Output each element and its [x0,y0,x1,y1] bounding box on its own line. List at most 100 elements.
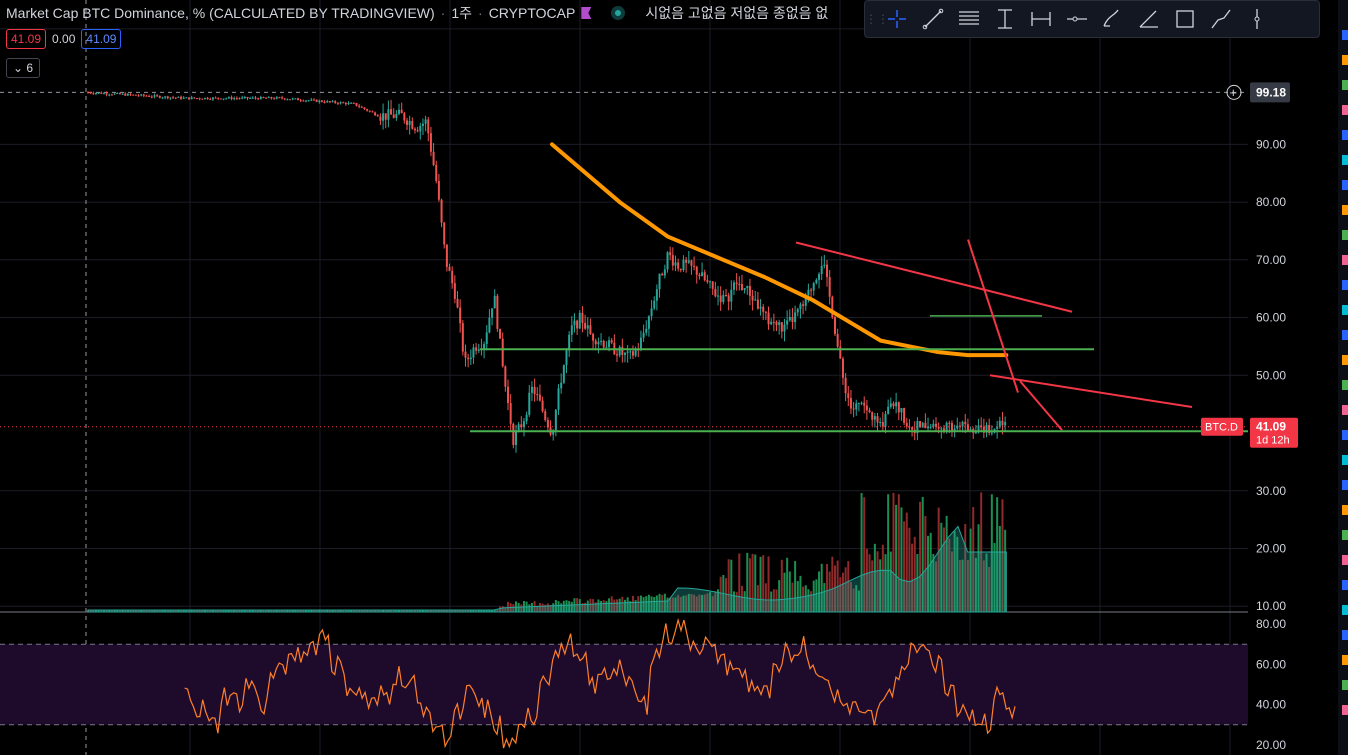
candle-body [110,94,113,96]
candle-body [514,430,517,445]
rectangle-tool[interactable] [1167,2,1203,36]
candle-body [424,119,427,124]
candle-body [897,402,900,413]
indicator-marker [1342,505,1348,515]
price-range-tool[interactable] [987,2,1023,36]
candle-body [767,312,770,325]
horizontal-ray-tool[interactable] [1059,2,1095,36]
candle-body [87,92,89,94]
candle-body [725,294,727,296]
candle-body [759,306,762,309]
candle-body [693,265,696,267]
candle-body [499,328,502,339]
candle-body [355,103,358,106]
candle-body [302,100,305,102]
candle-body [150,96,153,98]
candle-body [201,98,204,100]
candle-body [225,98,228,100]
candle-body [344,102,347,105]
candle-body [472,347,475,358]
price-axis-label: 30.00 [1256,484,1286,498]
candle-body [557,388,560,410]
candle-body [764,311,767,313]
candle-body [203,97,206,99]
angle-icon [1139,10,1158,28]
brush-tool[interactable] [1095,2,1131,36]
candle-body [645,328,648,333]
vertical-line-tool[interactable] [1239,2,1275,36]
candle-body [320,100,323,102]
candle-body [879,422,882,424]
candle-body [695,266,698,275]
candle-body [185,97,188,99]
symbol-title[interactable]: Market Cap BTC Dominance, % (CALCULATED … [6,5,435,21]
candle-body [788,316,791,321]
candle-body [504,366,507,387]
candle-body [852,408,855,410]
trend-line-icon [922,8,944,30]
candle-body [751,295,754,301]
candle-body [698,274,701,277]
price-axis-label: 20.00 [1256,541,1286,555]
flag-icon[interactable] [581,7,592,19]
candle-body [326,101,329,103]
exchange-label[interactable]: CRYPTOCAP [489,5,576,21]
crosshair-tool[interactable] [879,2,915,36]
candle-body [860,402,863,404]
trend-line-tool[interactable] [915,2,951,36]
candle-body [493,295,496,309]
candle-body [318,100,321,102]
path-tool[interactable] [1203,2,1239,36]
interval-label[interactable]: 1주 [451,3,472,23]
candle-body [738,283,741,285]
date-range-tool[interactable] [1023,2,1059,36]
indicator-marker [1342,580,1348,590]
indicators-toggle[interactable]: ⌄ 6 [6,58,41,78]
candle-body [501,338,504,367]
candle-body [382,113,385,121]
fib-retracement-tool[interactable] [951,2,987,36]
candle-body [802,304,805,306]
candle-body [211,97,214,100]
candle-body [219,98,222,100]
candle-body [974,432,977,434]
candle-body [142,94,145,96]
chart-canvas[interactable]: 110.0090.0080.0070.0060.0050.0030.0020.0… [0,0,1348,755]
candle-body [118,93,121,95]
candle-body [406,120,408,125]
indicator-marker [1342,555,1348,565]
angle-tool[interactable] [1131,2,1167,36]
candle-body [358,105,361,107]
price-axis: 110.0090.0080.0070.0060.0050.0030.0020.0… [1201,0,1338,755]
candle-body [964,421,967,425]
candle-body [188,97,191,100]
candle-body [1001,420,1004,426]
indicator-marker [1342,530,1348,540]
market-status-icon[interactable] [611,6,626,20]
candle-body [687,260,690,263]
candle-body [368,110,371,112]
path-icon [1211,9,1231,29]
indicator-marker [1342,455,1348,465]
candle-body [164,96,167,98]
candle-body [124,93,127,96]
candle-body [826,264,829,278]
date-range-icon [1031,12,1051,26]
candle-body [312,99,315,101]
candle-body [113,93,116,95]
candle-body [735,282,738,284]
candle-body [653,300,656,309]
candle-body [770,321,773,325]
drag-handle-icon[interactable]: ⋮⋮ [865,12,889,26]
candle-body [685,259,688,263]
indicator-marker [1342,255,1348,265]
candle-body [517,424,520,431]
candle-body [666,252,669,270]
candle-body [690,260,693,266]
candle-body [156,95,159,97]
candle-body [437,181,440,200]
indicator-marker [1342,430,1348,440]
candle-body [629,351,632,353]
candle-body [892,403,895,407]
candle-body [94,93,97,95]
